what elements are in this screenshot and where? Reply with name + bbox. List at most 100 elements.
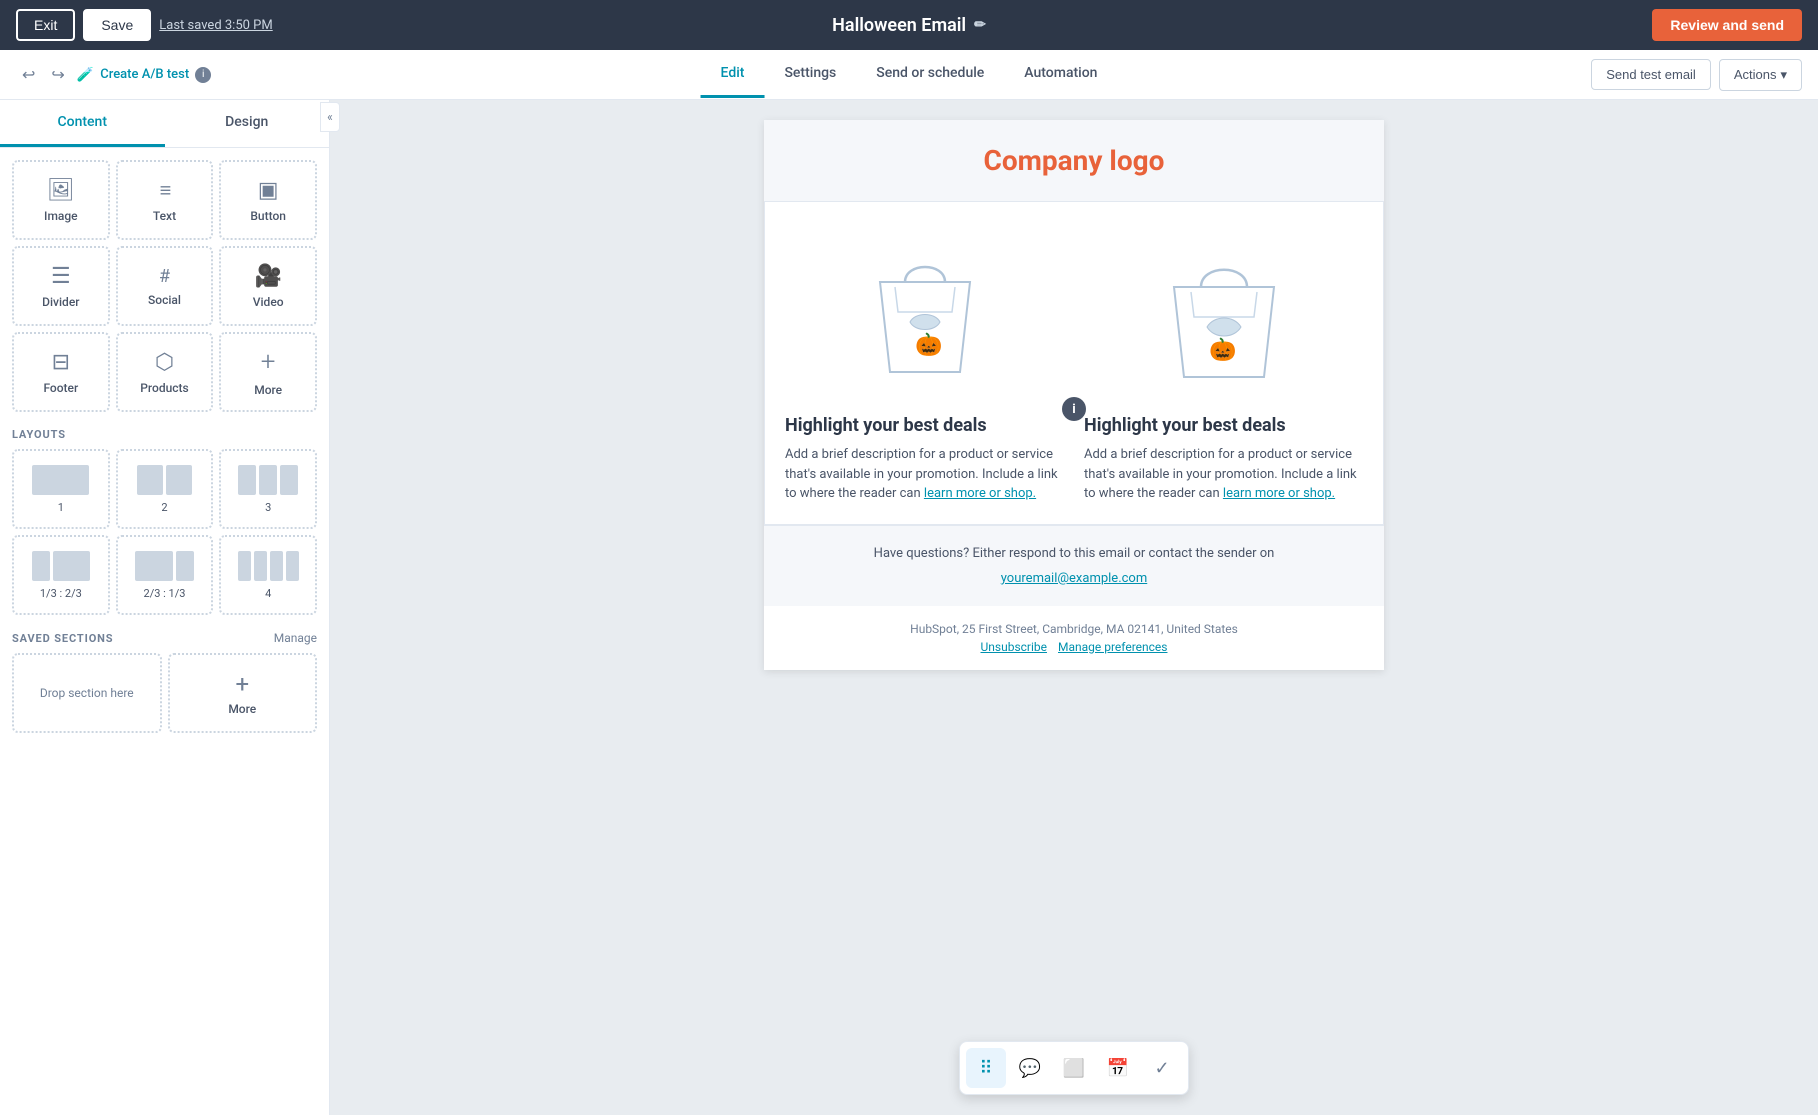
preview-tool-button[interactable]: ⬜ [1054, 1048, 1094, 1088]
layout-1-3-2-3[interactable]: 1/3 : 2/3 [12, 535, 110, 615]
send-test-email-button[interactable]: Send test email [1591, 59, 1711, 90]
block-products[interactable]: ⬡ Products [116, 332, 214, 412]
footer-block-label: Footer [43, 381, 78, 395]
tab-send-schedule[interactable]: Send or schedule [856, 51, 1004, 98]
last-saved-text[interactable]: Last saved 3:50 PM [159, 18, 272, 33]
review-send-button[interactable]: Review and send [1652, 9, 1802, 41]
layout-1col[interactable]: 1 [12, 449, 110, 529]
tab-edit[interactable]: Edit [701, 51, 765, 98]
block-video[interactable]: 🎥 Video [219, 246, 317, 326]
block-image[interactable]: 🖼 Image [12, 160, 110, 240]
social-block-icon: # [159, 266, 170, 287]
drop-section-target[interactable]: Drop section here [12, 653, 162, 733]
layout-3col[interactable]: 3 [219, 449, 317, 529]
redo-button[interactable]: ↪ [45, 63, 70, 87]
comment-icon: 💬 [1019, 1058, 1041, 1079]
drag-icon: ⠿ [979, 1058, 992, 1079]
email-footer-section: Have questions? Either respond to this e… [764, 525, 1384, 606]
more-block-label: More [254, 383, 282, 397]
footer-email-link[interactable]: youremail@example.com [1001, 571, 1148, 586]
video-block-icon: 🎥 [254, 264, 281, 289]
email-container: Company logo i [764, 120, 1384, 670]
product-card-2: 🎃 Highlight your best deals Add a brief … [1084, 222, 1363, 504]
saved-section-more[interactable]: + More [168, 653, 318, 733]
undo-redo-controls: ↩ ↪ [16, 63, 71, 87]
save-button[interactable]: Save [83, 9, 151, 41]
saved-sections-header: SAVED SECTIONS Manage [12, 631, 317, 645]
button-block-icon: ▣ [258, 178, 279, 203]
saved-sections-grid: Drop section here + More [12, 653, 317, 733]
product-title-1: Highlight your best deals [785, 414, 1064, 437]
block-text[interactable]: ≡ Text [116, 160, 214, 240]
content-blocks-grid: 🖼 Image ≡ Text ▣ Button ☰ Divider # [12, 160, 317, 412]
manage-prefs-link[interactable]: Manage preferences [1058, 640, 1167, 654]
divider-block-icon: ☰ [51, 264, 71, 289]
layout-2col[interactable]: 2 [116, 449, 214, 529]
text-block-icon: ≡ [160, 178, 170, 203]
image-block-label: Image [44, 209, 78, 223]
undo-button[interactable]: ↩ [16, 63, 41, 87]
divider-block-label: Divider [42, 295, 79, 309]
nav-left: ↩ ↪ 🧪 Create A/B test i [16, 63, 211, 87]
nav-right: Send test email Actions ▾ [1591, 59, 1802, 91]
actions-button[interactable]: Actions ▾ [1719, 59, 1802, 91]
block-social[interactable]: # Social [116, 246, 214, 326]
ab-test-info-icon[interactable]: i [195, 67, 211, 83]
block-footer[interactable]: ⊟ Footer [12, 332, 110, 412]
main-layout: Content Design 🖼 Image ≡ Text ▣ Button [0, 100, 1818, 1115]
footer-block-icon: ⊟ [52, 350, 70, 375]
sidebar: Content Design 🖼 Image ≡ Text ▣ Button [0, 100, 330, 1115]
sidebar-collapse-button[interactable]: « [320, 102, 340, 132]
layout-1col-label: 1 [58, 501, 64, 514]
address-links: Unsubscribe Manage preferences [780, 640, 1368, 654]
svg-text:🎃: 🎃 [1209, 337, 1236, 362]
layout-2-3-1-3[interactable]: 2/3 : 1/3 [116, 535, 214, 615]
info-badge: i [1062, 397, 1086, 421]
ab-test-icon: 🧪 [77, 67, 94, 83]
layout-3col-label: 3 [265, 501, 271, 514]
product-title-2: Highlight your best deals [1084, 414, 1363, 437]
schedule-tool-button[interactable]: 📅 [1098, 1048, 1138, 1088]
layout-2col-label: 2 [161, 501, 167, 514]
block-divider[interactable]: ☰ Divider [12, 246, 110, 326]
check-tool-button[interactable]: ✓ [1142, 1048, 1182, 1088]
product-image-1: 🎃 [785, 222, 1064, 402]
tab-settings[interactable]: Settings [764, 51, 856, 98]
product-desc-1: Add a brief description for a product or… [785, 445, 1064, 504]
products-section[interactable]: i 🎃 [764, 201, 1384, 525]
block-button[interactable]: ▣ Button [219, 160, 317, 240]
exit-button[interactable]: Exit [16, 9, 75, 41]
schedule-icon: 📅 [1107, 1058, 1129, 1079]
layout-4col-label: 4 [265, 587, 271, 600]
top-bar-right: Review and send [1652, 9, 1802, 41]
layout-1-3-2-3-label: 1/3 : 2/3 [40, 587, 82, 600]
footer-question-text: Have questions? Either respond to this e… [784, 546, 1364, 561]
drop-section-text: Drop section here [40, 686, 134, 700]
manage-sections-link[interactable]: Manage [274, 631, 317, 645]
nav-tabs: Edit Settings Send or schedule Automatio… [701, 51, 1118, 98]
email-address: HubSpot, 25 First Street, Cambridge, MA … [764, 606, 1384, 670]
sidebar-tab-content[interactable]: Content [0, 100, 165, 147]
layout-2-3-1-3-label: 2/3 : 1/3 [144, 587, 186, 600]
bottom-toolbar: ⠿ 💬 ⬜ 📅 ✓ [959, 1041, 1189, 1095]
preview-icon: ⬜ [1063, 1058, 1085, 1079]
products-block-icon: ⬡ [155, 350, 174, 375]
block-more[interactable]: + More [219, 332, 317, 412]
comment-tool-button[interactable]: 💬 [1010, 1048, 1050, 1088]
canvas-area: Company logo i [330, 100, 1818, 1115]
product-link-1[interactable]: learn more or shop. [924, 486, 1036, 501]
unsubscribe-link[interactable]: Unsubscribe [981, 640, 1048, 654]
drag-tool-button[interactable]: ⠿ [966, 1048, 1006, 1088]
product-link-2[interactable]: learn more or shop. [1223, 486, 1335, 501]
products-grid: 🎃 Highlight your best deals Add a brief … [785, 222, 1363, 504]
tab-automation[interactable]: Automation [1004, 51, 1117, 98]
saved-sections-title: SAVED SECTIONS [12, 632, 113, 645]
ab-test-link[interactable]: Create A/B test [100, 67, 189, 82]
check-icon: ✓ [1154, 1058, 1169, 1079]
sidebar-tab-design[interactable]: Design [165, 100, 330, 147]
edit-title-icon[interactable]: ✏ [974, 17, 986, 33]
product-image-2: 🎃 [1084, 222, 1363, 402]
layout-4col[interactable]: 4 [219, 535, 317, 615]
products-block-label: Products [140, 381, 188, 395]
top-bar: Exit Save Last saved 3:50 PM Halloween E… [0, 0, 1818, 50]
